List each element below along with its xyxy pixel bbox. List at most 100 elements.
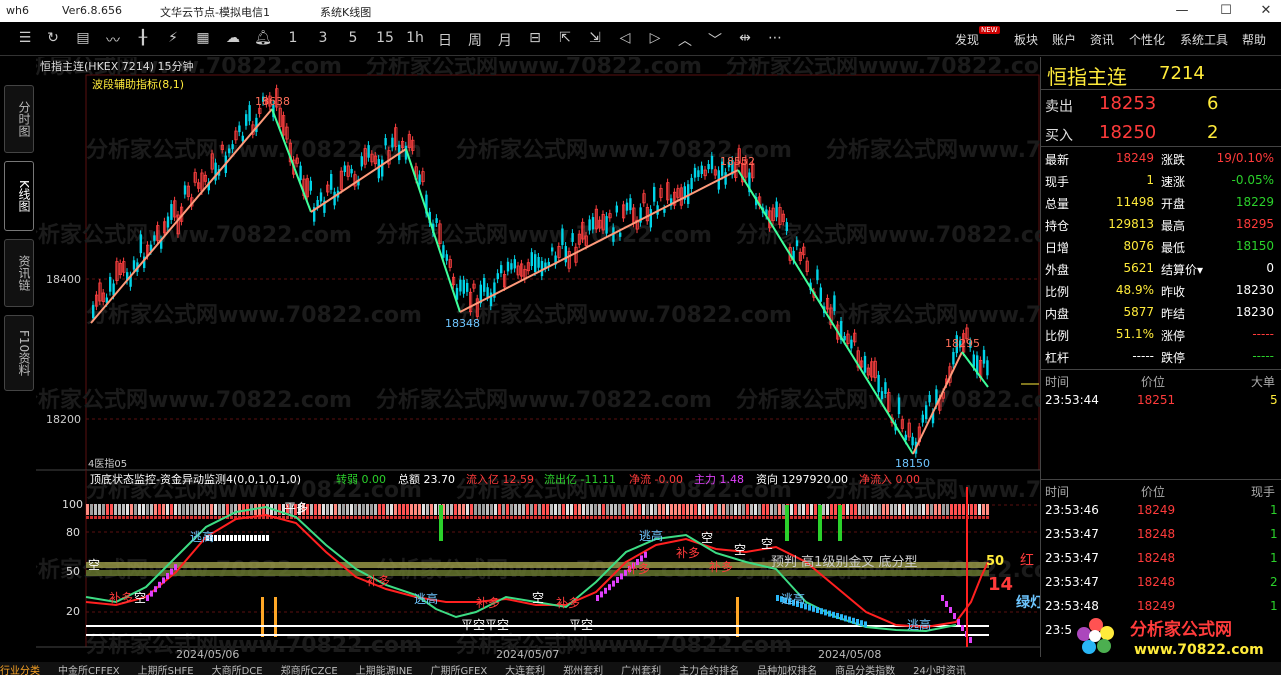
bottom-tab[interactable]: 行业分类 — [0, 666, 40, 675]
minimize-button[interactable]: — — [1172, 2, 1192, 20]
period-1[interactable]: 1 — [282, 30, 304, 46]
period-1h[interactable]: 1h — [404, 30, 426, 46]
bottom-tab[interactable]: 郑州套利 — [563, 666, 603, 675]
candle-body — [697, 170, 700, 177]
bottom-tab[interactable]: 广州套利 — [621, 666, 661, 675]
signal-cell — [326, 516, 329, 519]
bottom-tab[interactable]: 24小时资讯 — [913, 666, 966, 675]
menu-system-tools[interactable]: 系统工具 — [1180, 31, 1228, 48]
signal-cell — [138, 516, 141, 519]
period-month[interactable]: 月 — [494, 30, 516, 50]
bottom-tab[interactable]: 郑商所CZCE — [281, 666, 338, 675]
period-week[interactable]: 周 — [464, 30, 486, 50]
period-3[interactable]: 3 — [312, 30, 334, 46]
signal-cell — [190, 516, 193, 519]
signal-cell — [750, 516, 753, 519]
bottom-tab[interactable]: 品种加权排名 — [757, 666, 817, 675]
indicator-dot — [170, 568, 173, 575]
cloud-icon[interactable]: ☁ — [222, 30, 244, 46]
indicator-dot — [266, 535, 269, 541]
signal-cell — [666, 504, 669, 515]
signal-cell — [498, 504, 501, 515]
signal-cell — [822, 516, 825, 519]
zoom-out-icon[interactable]: ⇲ — [584, 30, 606, 46]
menu-help[interactable]: 帮助 — [1242, 31, 1266, 48]
candle-body — [911, 436, 914, 446]
bell-icon[interactable]: 🔔︎ — [252, 30, 274, 46]
period-day[interactable]: 日 — [434, 30, 456, 50]
signal-cell — [118, 516, 121, 519]
signal-cell — [110, 516, 113, 519]
signal-cell — [214, 504, 217, 515]
bottom-tab[interactable]: 主力合约排名 — [679, 666, 739, 675]
signal-cell — [662, 516, 665, 519]
svg-text:分析家公式网www.70822.com: 分析家公式网www.70822.com — [36, 387, 352, 413]
svg-text:流出亿 -11.11: 流出亿 -11.11 — [544, 472, 616, 486]
fast-icon[interactable]: ⚡ — [162, 30, 184, 46]
signal-cell — [722, 516, 725, 519]
signal-cell — [710, 516, 713, 519]
indicator-name[interactable]: 波段辅助指标(8,1) — [92, 77, 184, 91]
signal-cell — [846, 516, 849, 519]
contract-code: 7214 — [1159, 63, 1205, 84]
period-15[interactable]: 15 — [374, 30, 396, 46]
signal-cell — [426, 516, 429, 519]
chart-header[interactable]: 恒指主连(HKEX 7214) 15分钟 — [40, 59, 194, 73]
menu-news[interactable]: 资讯 — [1090, 31, 1114, 48]
bottom-tab[interactable]: 广期所GFEX — [431, 666, 488, 675]
refresh-icon[interactable]: ↻ — [42, 30, 64, 46]
bottom-tab[interactable]: 上期能源INE — [356, 666, 413, 675]
signal-cell — [398, 504, 401, 515]
arrow-right-icon[interactable]: ▷ — [644, 30, 666, 46]
zoom-in-icon[interactable]: ⇱ — [554, 30, 576, 46]
arrow-down-icon[interactable]: ﹀ — [704, 30, 726, 50]
bottom-tab[interactable]: 商品分类指数 — [835, 666, 895, 675]
tab-timeshare[interactable]: 分时图 — [4, 85, 34, 153]
signal-cell — [446, 504, 449, 515]
signal-cell — [734, 516, 737, 519]
tab-news-chain[interactable]: 资讯链 — [4, 239, 34, 307]
arrow-left-icon[interactable]: ◁ — [614, 30, 636, 46]
menu-sector[interactable]: 板块 — [1014, 31, 1038, 48]
signal-cell — [434, 504, 437, 515]
line-chart-icon[interactable]: 〰 — [102, 30, 124, 50]
maximize-button[interactable]: ☐ — [1216, 2, 1236, 20]
signal-cell — [742, 516, 745, 519]
tab-f10[interactable]: F10资料 — [4, 315, 34, 391]
signal-cell — [958, 516, 961, 519]
more-icon[interactable]: ⋯ — [764, 30, 786, 46]
signal-cell — [518, 516, 521, 519]
signal-cell — [806, 504, 809, 515]
bottom-tab[interactable]: 大商所DCE — [212, 666, 263, 675]
grid-icon[interactable]: ▦ — [192, 30, 214, 46]
signal-cell — [574, 504, 577, 515]
window-title: 系统K线图 — [320, 6, 372, 19]
bottom-tab[interactable]: 上期所SHFE — [138, 666, 194, 675]
kline-icon[interactable]: ╂ — [132, 30, 154, 46]
signal-cell — [770, 504, 773, 515]
candle-body — [952, 352, 955, 365]
signal-cell — [546, 504, 549, 515]
list-icon[interactable]: ▤ — [72, 30, 94, 46]
bottom-tab[interactable]: 中金所CFFEX — [58, 666, 120, 675]
menu-personalize[interactable]: 个性化 — [1129, 31, 1165, 48]
close-button[interactable]: ✕ — [1256, 2, 1276, 20]
bottom-tab[interactable]: 大连套利 — [505, 666, 545, 675]
split-icon[interactable]: ⇹ — [734, 30, 756, 46]
menu-icon[interactable]: ☰ — [14, 30, 36, 46]
menu-account[interactable]: 账户 — [1052, 31, 1076, 48]
sub-indicator-tag: 4医指05 — [88, 457, 127, 470]
candle-body — [588, 219, 591, 231]
kline-chart[interactable]: 分析家公式网www.70822.com 分析家公式网www.70822.com 分析… — [36, 57, 1040, 662]
period-5[interactable]: 5 — [342, 30, 364, 46]
svg-text:补多: 补多 — [676, 546, 700, 560]
signal-cell — [146, 516, 149, 519]
arrow-up-icon[interactable]: ︿ — [674, 30, 696, 50]
custom-period-icon[interactable]: ⊟ — [524, 30, 546, 46]
signal-cell — [550, 504, 553, 515]
signal-cell — [374, 504, 377, 515]
menu-discover[interactable]: 发现 — [955, 31, 979, 48]
title-bar: wh6 Ver6.8.656 文华云节点-模拟电信1 系统K线图 — ☐ ✕ — [0, 0, 1281, 22]
signal-cell — [102, 504, 105, 515]
tab-kline[interactable]: K线图 — [4, 161, 34, 231]
